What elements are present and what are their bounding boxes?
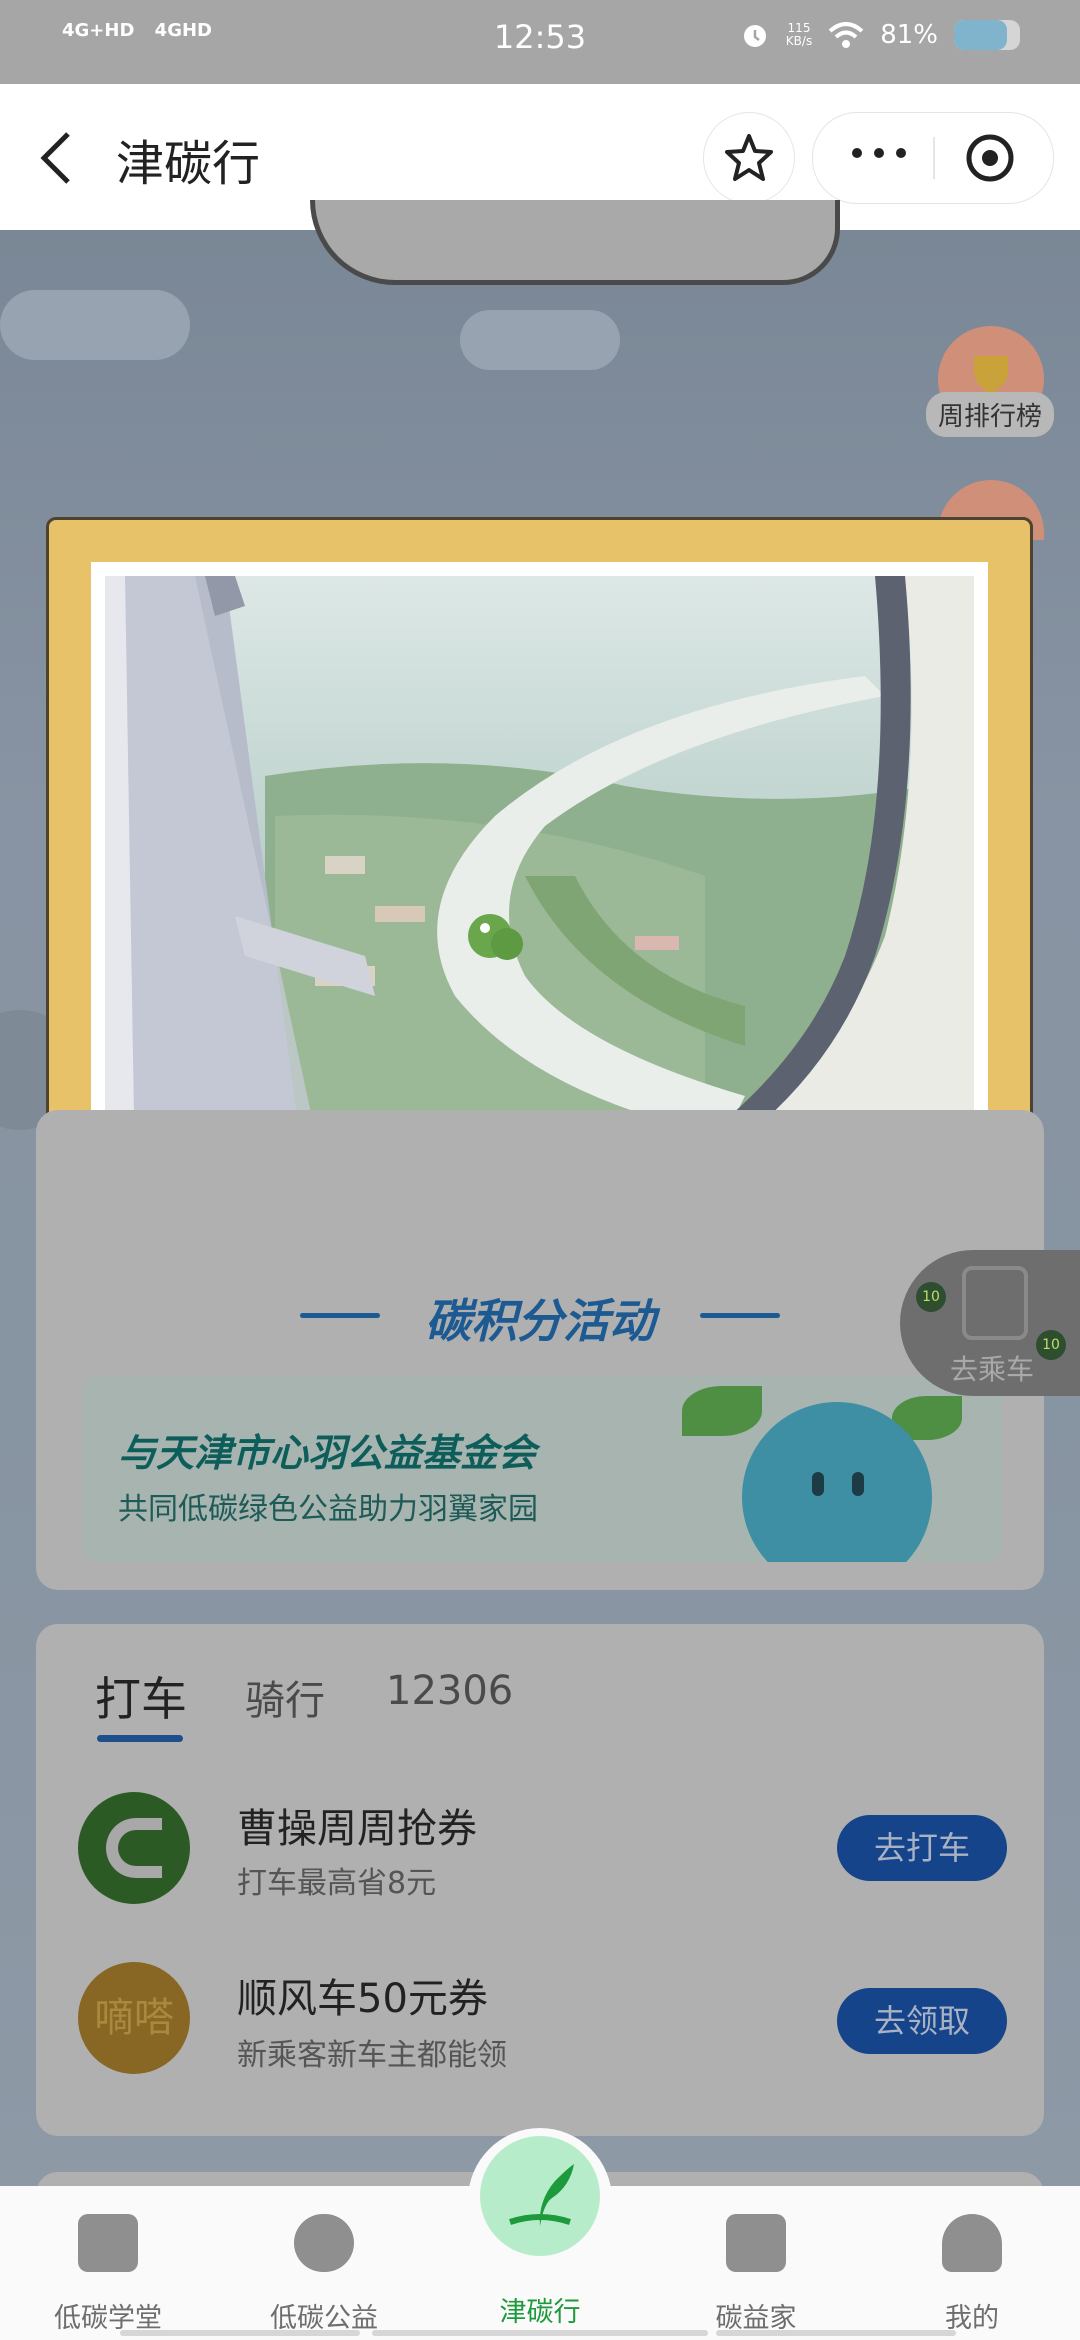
battery-percent: 81% xyxy=(880,20,938,50)
tab-cycling[interactable]: 骑行 xyxy=(245,1668,325,1726)
home-indicator xyxy=(120,2330,360,2336)
star-icon xyxy=(725,134,773,181)
tab-taxi[interactable]: 打车 xyxy=(95,1663,187,1729)
postcard-photo xyxy=(91,562,988,1192)
tabbar-item-me[interactable]: 我的 xyxy=(902,2214,1042,2335)
person-icon xyxy=(942,2214,1002,2272)
caocao-logo xyxy=(78,1792,190,1904)
coupon-title: 曹操周周抢券 xyxy=(237,1806,477,1852)
dida-logo: 嘀嗒 xyxy=(78,1962,190,2074)
coupon-subtitle: 新乘客新车主都能领 xyxy=(237,2038,507,2073)
tab-12306[interactable]: 12306 xyxy=(386,1668,513,1714)
coupon-title: 顺风车50元券 xyxy=(237,1976,488,2022)
capsule-divider xyxy=(933,137,935,179)
tabbar-item-jintanxing[interactable] xyxy=(480,2136,600,2256)
weekly-rank-label: 周排行榜 xyxy=(926,392,1055,437)
points-badge: 10 xyxy=(916,1282,946,1312)
tabbar-item-carbon-home[interactable]: 碳益家 xyxy=(686,2214,826,2335)
claim-coupon-button[interactable]: 去领取 xyxy=(837,1988,1007,2054)
alarm-icon xyxy=(743,25,766,47)
cloud xyxy=(460,310,620,370)
active-tab-indicator xyxy=(97,1735,183,1742)
coupon-subtitle: 打车最高省8元 xyxy=(237,1866,437,1901)
back-button[interactable] xyxy=(36,128,96,188)
sprout-icon xyxy=(509,2164,574,2226)
wifi-icon xyxy=(828,22,864,48)
leaf-decoration xyxy=(682,1386,762,1436)
home-indicator xyxy=(716,2330,956,2336)
heart-hands-icon xyxy=(294,2214,354,2272)
banner-subtitle: 共同低碳绿色公益助力羽翼家园 xyxy=(118,1492,538,1527)
tabbar-item-low-carbon-school[interactable]: 低碳学堂 xyxy=(38,2214,178,2335)
battery-icon xyxy=(954,20,1020,50)
menu-capsule xyxy=(812,112,1054,204)
page-title: 津碳行 xyxy=(116,136,261,192)
more-button[interactable] xyxy=(849,133,909,180)
favorite-button[interactable] xyxy=(703,112,795,204)
tabbar-item-low-carbon-charity[interactable]: 低碳公益 xyxy=(254,2214,394,2335)
tabbar-label-active: 津碳行 xyxy=(499,2297,581,2328)
shop-icon xyxy=(726,2214,786,2272)
home-indicator xyxy=(372,2330,708,2336)
network-speed: 115 KB/s xyxy=(785,21,813,48)
mascot-eye xyxy=(852,1472,864,1496)
airplane-illustration xyxy=(310,200,840,285)
cloud xyxy=(0,290,190,360)
go-ride-button[interactable]: 10 10 去乘车 xyxy=(900,1250,1080,1396)
title-decoration-right xyxy=(700,1313,780,1318)
chevron-left-icon xyxy=(40,132,70,184)
target-icon xyxy=(966,134,1014,182)
points-badge: 10 xyxy=(1036,1330,1066,1360)
go-taxi-button[interactable]: 去打车 xyxy=(837,1815,1007,1881)
close-miniprogram-button[interactable] xyxy=(965,133,1014,182)
airplane-window-view-image xyxy=(105,576,974,1178)
status-right: 115 KB/s 81% xyxy=(740,20,1020,50)
go-ride-label: 去乘车 xyxy=(950,1353,1035,1386)
bus-qr-icon xyxy=(962,1266,1028,1340)
mascot-eye xyxy=(812,1472,824,1496)
more-dots-icon xyxy=(852,148,906,158)
banner-headline: 与天津市心羽公益基金会 xyxy=(118,1431,537,1475)
status-bar: 4G+HD 4GHD 12:53 115 KB/s 81% xyxy=(0,0,1080,84)
charity-banner[interactable]: 与天津市心羽公益基金会 共同低碳绿色公益助力羽翼家园 xyxy=(82,1376,1002,1562)
book-icon xyxy=(78,2214,138,2272)
